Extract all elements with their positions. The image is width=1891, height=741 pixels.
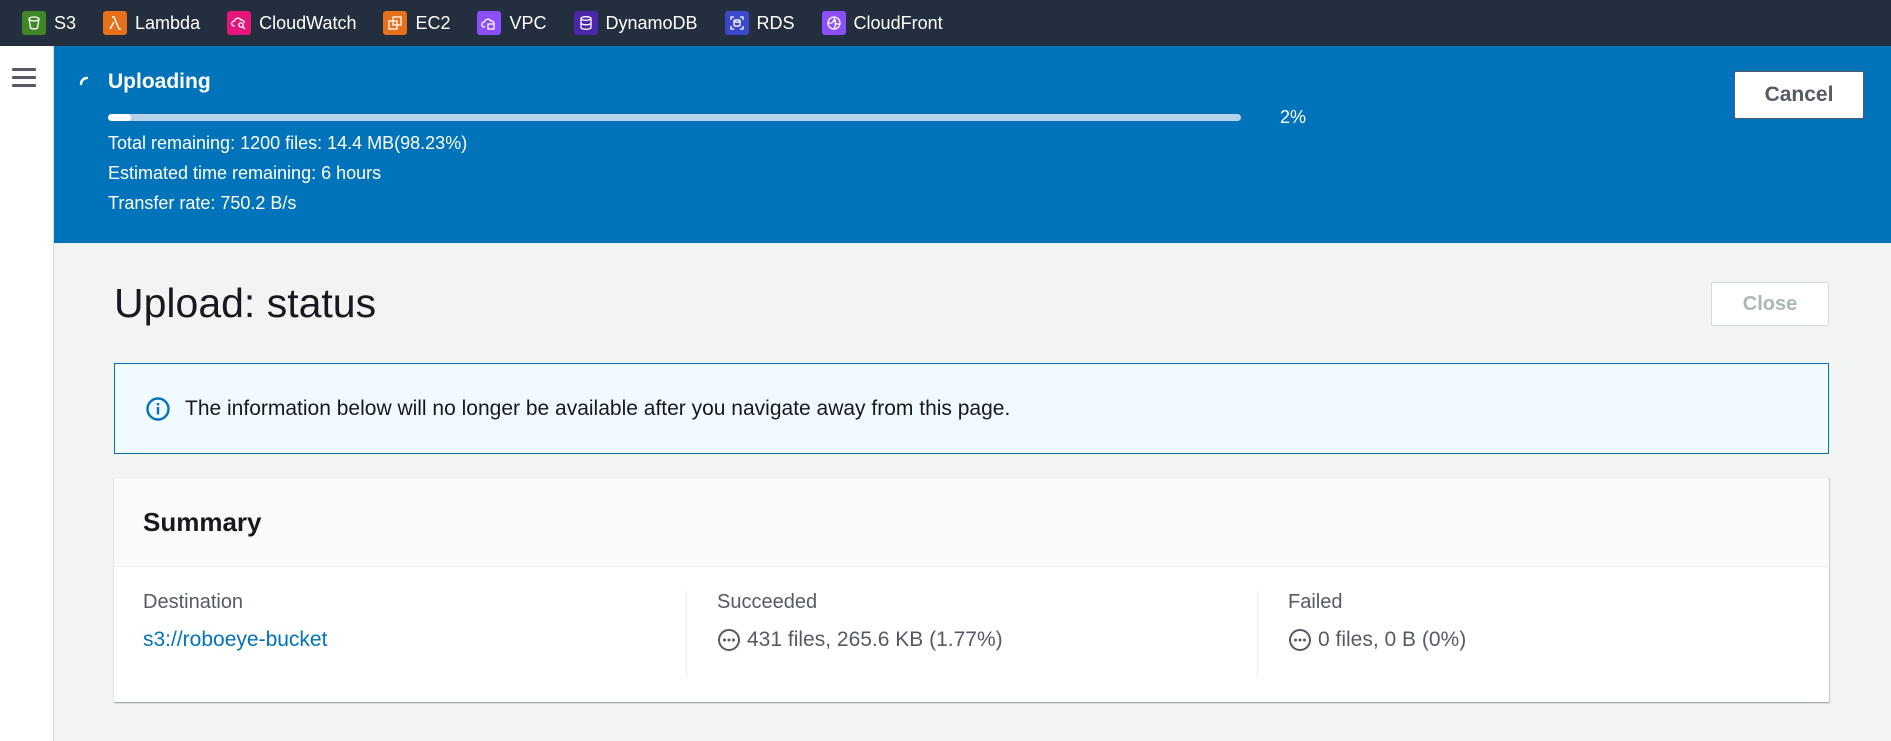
service-link-cloudwatch[interactable]: CloudWatch [227, 11, 356, 35]
service-link-rds[interactable]: RDS [724, 11, 795, 35]
service-label: VPC [509, 12, 547, 33]
service-link-lambda[interactable]: Lambda [103, 11, 200, 35]
service-label: RDS [756, 12, 795, 33]
service-link-ec2[interactable]: EC2 [383, 11, 450, 35]
destination-link[interactable]: s3://roboeye-bucket [143, 628, 686, 652]
info-alert: The information below will no longer be … [114, 363, 1829, 454]
time-remaining-text: Estimated time remaining: 6 hours [108, 163, 382, 183]
side-navigation-rail [0, 46, 54, 741]
progress-percent: 2% [1280, 107, 1307, 127]
s3-icon [22, 11, 46, 35]
failed-value: 0 files, 0 B (0%) [1318, 628, 1467, 651]
succeeded-value: 431 files, 265.6 KB (1.77%) [747, 628, 1003, 651]
rds-icon [724, 11, 749, 35]
upload-progress-flashbar: Uploading 2% Total remaining: 1200 files… [54, 46, 1891, 243]
failed-label: Failed [1288, 591, 1343, 613]
close-button: Close [1711, 282, 1829, 326]
service-label: Lambda [135, 12, 201, 33]
succeeded-status: 431 files, 265.6 KB (1.77%) [717, 628, 1257, 652]
summary-columns: Destination s3://roboeye-bucket Succeede… [114, 567, 1829, 702]
total-remaining-text: Total remaining: 1200 files: 14.4 MB(98.… [108, 133, 468, 153]
cloudfront-icon [821, 11, 846, 35]
service-link-dynamodb[interactable]: DynamoDB [573, 11, 698, 35]
succeeded-label: Succeeded [717, 591, 818, 613]
info-alert-text: The information below will no longer be … [185, 396, 1011, 420]
in-progress-icon [718, 629, 740, 651]
page-title: Upload: status [114, 280, 377, 326]
summary-header: Summary [114, 478, 1829, 567]
menu-icon[interactable] [12, 68, 36, 88]
failed-status: 0 files, 0 B (0%) [1288, 628, 1829, 652]
info-icon [146, 396, 170, 421]
service-label: EC2 [415, 12, 451, 33]
vpc-icon [477, 11, 502, 35]
failed-column: Failed 0 files, 0 B (0%) [1257, 591, 1829, 677]
service-link-vpc[interactable]: VPC [477, 11, 547, 35]
destination-column: Destination s3://roboeye-bucket [143, 591, 686, 677]
cancel-button[interactable]: Cancel [1734, 71, 1864, 119]
summary-container: Summary Destination s3://roboeye-bucket … [114, 477, 1829, 702]
spinner-icon [79, 76, 89, 86]
transfer-rate-text: Transfer rate: 750.2 B/s [108, 193, 297, 213]
cloudwatch-icon [227, 11, 252, 35]
service-label: DynamoDB [605, 12, 698, 33]
upload-progress-bar [108, 114, 1241, 121]
service-label: S3 [54, 12, 77, 33]
service-favorites-bar: S3 Lambda CloudWatch EC2 VPC DynamoDB RD… [0, 0, 1891, 46]
ec2-icon [383, 11, 408, 35]
service-link-cloudfront[interactable]: CloudFront [821, 11, 943, 35]
summary-title: Summary [143, 506, 262, 537]
upload-progress-fill [108, 114, 131, 121]
in-progress-icon [1289, 629, 1311, 651]
dynamodb-icon [573, 11, 598, 35]
flash-title: Uploading [108, 70, 211, 93]
service-label: CloudWatch [259, 12, 357, 33]
lambda-icon [103, 11, 128, 35]
service-link-s3[interactable]: S3 [22, 11, 76, 35]
destination-label: Destination [143, 591, 244, 613]
service-label: CloudFront [853, 12, 943, 33]
succeeded-column: Succeeded 431 files, 265.6 KB (1.77%) [686, 591, 1257, 677]
